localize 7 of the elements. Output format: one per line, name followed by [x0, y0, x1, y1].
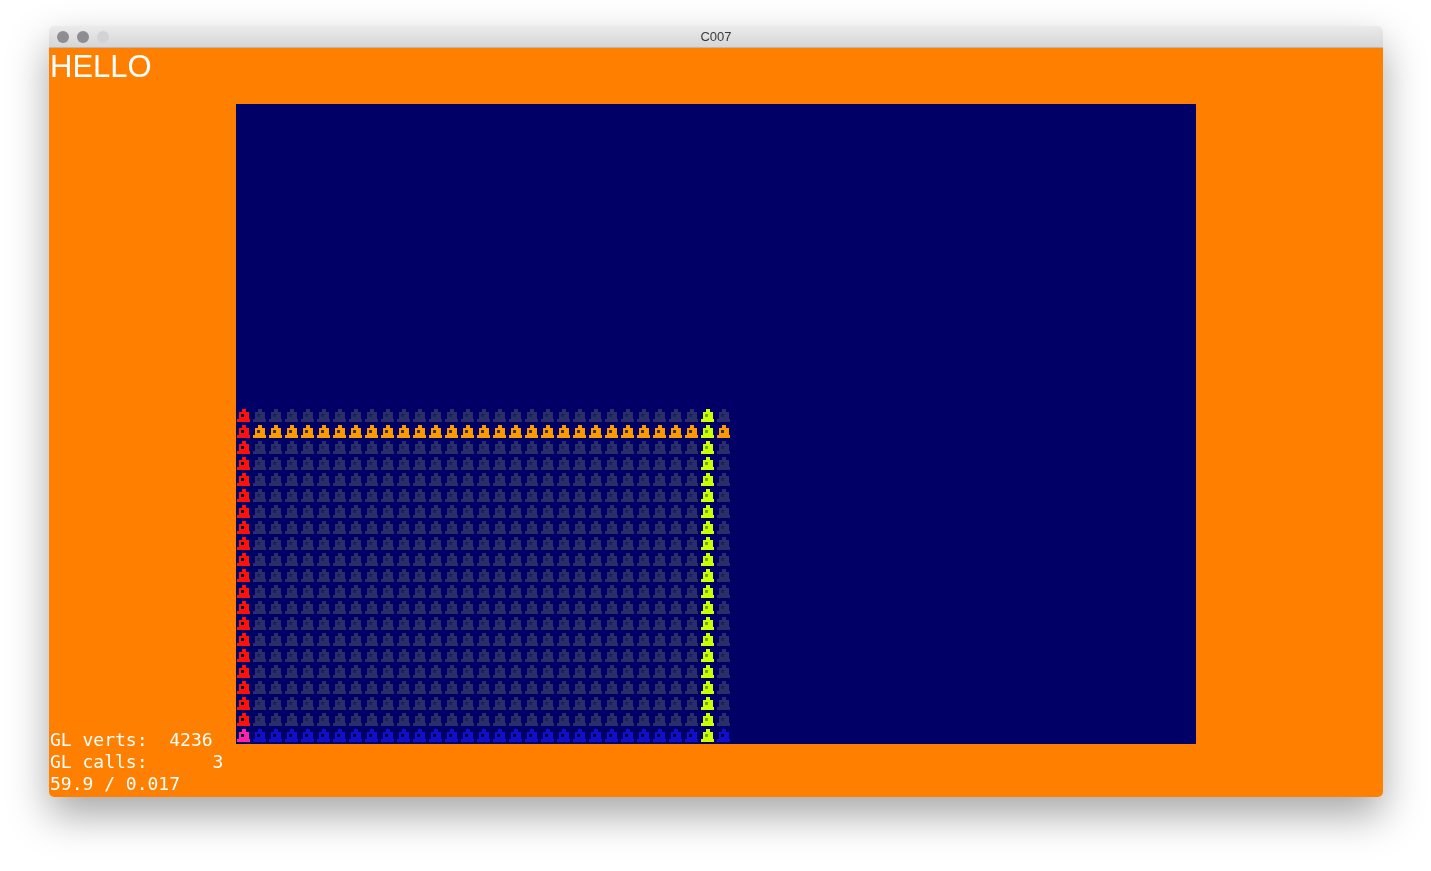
stats-line: GL calls: 3 — [50, 751, 224, 773]
hello-heading: HELLO — [49, 48, 153, 86]
minimize-icon[interactable] — [77, 30, 89, 43]
stats-line: GL verts: 4236 — [50, 729, 214, 751]
stats-line: 59.9 / 0.017 — [50, 773, 182, 795]
close-icon[interactable] — [57, 30, 69, 43]
window-title: C007 — [700, 29, 732, 44]
